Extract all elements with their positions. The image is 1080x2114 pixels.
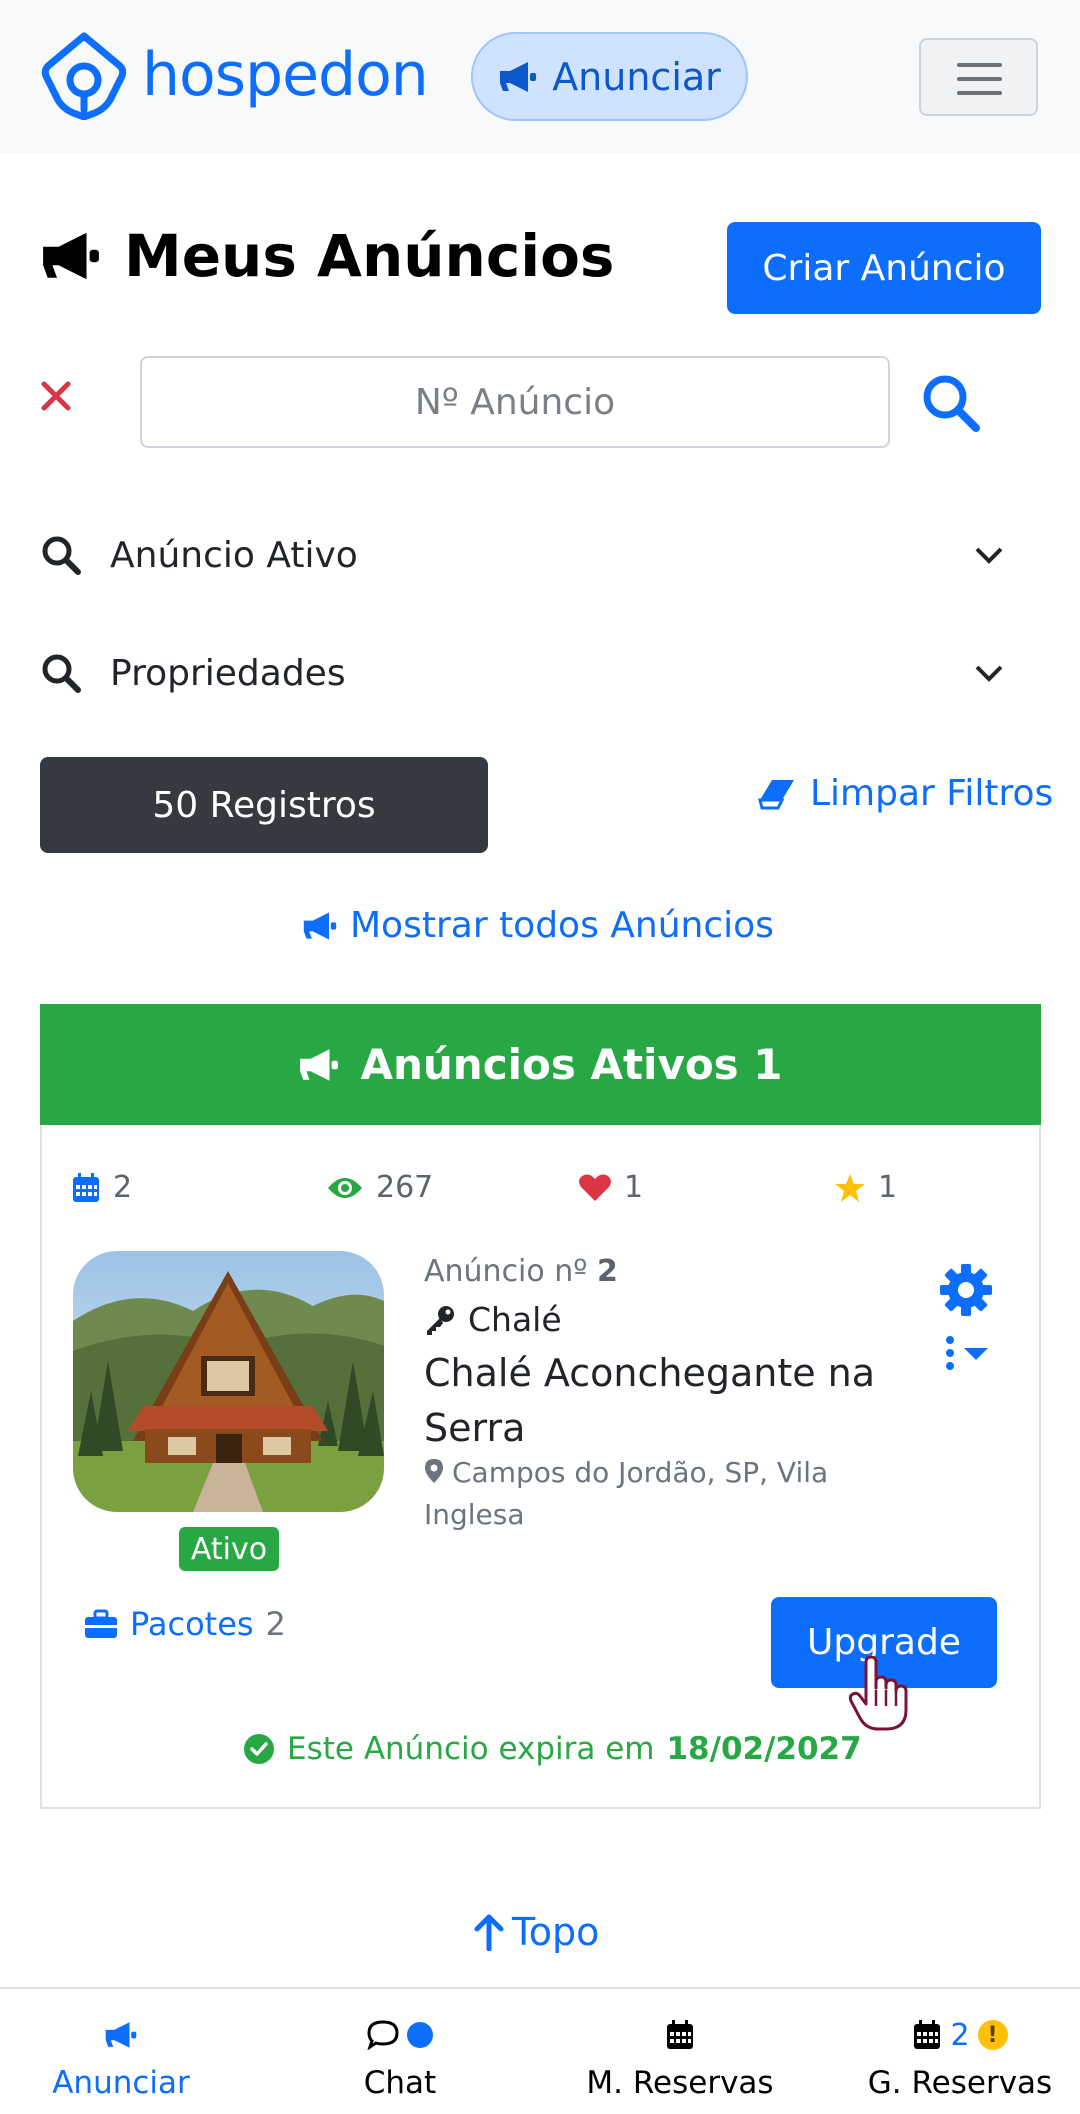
create-ad-button[interactable]: Criar Anúncio [727, 222, 1041, 314]
megaphone-icon [303, 912, 337, 939]
search-icon[interactable] [920, 372, 982, 434]
favorites-count: 1 [624, 1170, 644, 1205]
star-icon [835, 1173, 865, 1202]
packages-count: 2 [265, 1605, 286, 1643]
search-icon [42, 654, 81, 693]
briefcase-icon [85, 1609, 117, 1638]
reservations-badge-count: 2 [950, 2017, 970, 2053]
reservations-stat: 2 [71, 1170, 132, 1205]
menu-toggle-button[interactable] [919, 38, 1038, 116]
nav-label: M. Reservas [586, 2065, 774, 2101]
calendar-icon [667, 2020, 693, 2049]
page-title: Meus Anúncios [40, 222, 614, 290]
nav-label: Anunciar [52, 2065, 190, 2101]
key-icon [427, 1305, 454, 1335]
check-circle-icon [244, 1734, 274, 1764]
bottom-nav: Anunciar Chat M. Reservas 2 ! G. Reserva… [0, 1987, 1080, 2114]
favorites-stat: 1 [578, 1170, 643, 1205]
brand-name: hospedon [142, 40, 429, 110]
expiration-date: 18/02/2027 [666, 1731, 862, 1767]
filter-label: Propriedades [110, 652, 346, 694]
eye-icon [328, 1177, 362, 1198]
search-icon [42, 536, 81, 575]
chevron-down-icon [975, 665, 1003, 682]
eraser-icon [758, 779, 794, 809]
nav-label: G. Reservas [867, 2065, 1053, 2101]
ad-number-search-input[interactable] [140, 356, 890, 448]
advertise-label: Anunciar [552, 54, 721, 99]
hamburger-icon-line [957, 77, 1002, 81]
listing-photo[interactable] [73, 1251, 384, 1512]
filter-label: Anúncio Ativo [110, 534, 358, 576]
megaphone-icon [500, 61, 537, 92]
show-all-ads-link[interactable]: Mostrar todos Anúncios [302, 905, 774, 946]
views-stat: 267 [326, 1170, 433, 1205]
listing-location: Campos do Jordão, SP, Vila Inglesa [424, 1452, 864, 1536]
nav-item-chat[interactable]: Chat [320, 1989, 480, 2114]
status-badge: Ativo [179, 1527, 279, 1571]
nav-item-advertise[interactable]: Anunciar [34, 1989, 208, 2114]
arrow-up-icon [474, 1914, 504, 1951]
back-to-top-label: Topo [512, 1910, 600, 1954]
expiration-text: Este Anúncio expira em [287, 1731, 655, 1767]
heart-icon [579, 1174, 611, 1201]
megaphone-icon [300, 1048, 339, 1081]
alert-icon: ! [977, 2020, 1008, 2050]
more-options-dropdown-icon[interactable] [944, 1336, 990, 1370]
records-count-button[interactable]: 50 Registros [40, 757, 488, 853]
nav-item-my-reservations[interactable]: M. Reservas [582, 1989, 778, 2114]
chat-bubble-icon [367, 2020, 399, 2050]
reservations-count: 2 [113, 1170, 133, 1205]
advertise-button[interactable]: Anunciar [471, 32, 748, 121]
listing-title[interactable]: Chalé Aconchegante na Serra [424, 1346, 904, 1456]
packages-link[interactable]: Pacotes 2 [84, 1605, 286, 1643]
packages-label: Pacotes [130, 1605, 254, 1643]
hamburger-icon-line [957, 63, 1002, 67]
rating-stat: 1 [834, 1170, 897, 1205]
nav-label: Chat [363, 2065, 437, 2101]
clear-filters-link[interactable]: Limpar Filtros [758, 773, 1053, 814]
ad-number-label: Anúncio nº [424, 1254, 588, 1289]
megaphone-icon [43, 232, 99, 280]
hand-pointer-icon [848, 1656, 910, 1732]
calendar-icon [73, 1172, 99, 1202]
nav-item-manage-reservations[interactable]: 2 ! G. Reservas [862, 1989, 1058, 2114]
back-to-top-link[interactable]: Topo [474, 1910, 599, 1954]
rating-count: 1 [878, 1170, 898, 1205]
chevron-down-icon [975, 547, 1003, 564]
unread-indicator [407, 2022, 433, 2048]
listing-location-text: Campos do Jordão, SP, Vila Inglesa [424, 1456, 829, 1531]
filter-properties[interactable]: Propriedades [40, 633, 1040, 713]
property-type-label: Chalé [468, 1300, 562, 1339]
clear-filters-label: Limpar Filtros [810, 773, 1054, 814]
hamburger-icon-line [957, 91, 1002, 95]
page-title-text: Meus Anúncios [124, 222, 615, 290]
megaphone-icon [105, 2022, 137, 2048]
active-ads-header: Anúncios Ativos 1 [40, 1004, 1041, 1125]
ad-number: Anúncio nº 2 [424, 1254, 618, 1289]
settings-gear-icon[interactable] [938, 1262, 994, 1318]
brand-logo[interactable]: hospedon [40, 30, 429, 120]
show-all-ads-label: Mostrar todos Anúncios [350, 905, 774, 946]
calendar-icon [914, 2020, 941, 2049]
filter-active-ad[interactable]: Anúncio Ativo [40, 515, 1040, 595]
views-count: 267 [376, 1170, 434, 1205]
ad-number-value: 2 [596, 1254, 618, 1289]
navbar: hospedon Anunciar [0, 0, 1080, 153]
active-ads-title: Anúncios Ativos 1 [360, 1040, 783, 1089]
expiration-notice: Este Anúncio expira em 18/02/2027 [243, 1731, 862, 1767]
map-pin-icon [425, 1459, 443, 1483]
house-pin-icon [41, 32, 127, 120]
property-type: Chalé [424, 1300, 562, 1339]
clear-search-icon[interactable] [40, 380, 72, 412]
